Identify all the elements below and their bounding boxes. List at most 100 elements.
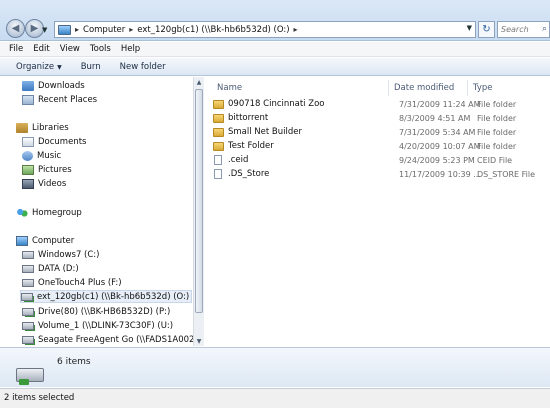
file-type: CEID File: [477, 156, 513, 165]
menu-tools[interactable]: Tools: [90, 44, 117, 54]
selection-status: 2 items selected: [4, 393, 75, 403]
nav-item-recent-places[interactable]: Recent Places: [22, 93, 97, 106]
column-divider[interactable]: [467, 80, 468, 96]
address-dropdown-icon[interactable]: ▼: [467, 24, 472, 32]
menu-bar: File Edit View Tools Help: [0, 42, 550, 57]
column-header-date[interactable]: Date modified: [394, 81, 454, 95]
folder-icon: [213, 127, 224, 137]
menu-help[interactable]: Help: [121, 44, 146, 54]
file-name: Test Folder: [228, 141, 274, 151]
file-date: 8/3/2009 4:51 AM: [399, 114, 471, 123]
file-date: 7/31/2009 11:24 AM: [399, 100, 481, 109]
drive-icon: [22, 250, 34, 259]
breadcrumb-drive[interactable]: ext_120gb(c1) (\\Bk-hb6b532d) (O:): [137, 25, 289, 35]
scroll-up-icon[interactable]: ▲: [194, 77, 204, 87]
nav-item-seagate-w[interactable]: Seagate FreeAgent Go (\\FADS1A0022) (W:): [22, 333, 204, 346]
forward-arrow-icon: ▶: [30, 23, 39, 34]
computer-icon: [58, 24, 71, 35]
search-input[interactable]: Search ⌕: [497, 21, 550, 38]
file-name: .DS_Store: [228, 169, 270, 179]
chevron-down-icon: ▼: [57, 63, 62, 71]
chevron-right-icon[interactable]: ▸: [75, 25, 79, 34]
column-header-type[interactable]: Type: [473, 81, 493, 95]
file-row[interactable]: 090718 Cincinnati Zoo 7/31/2009 11:24 AM…: [213, 99, 547, 112]
column-divider[interactable]: [388, 80, 389, 96]
nav-item-volume1-u[interactable]: Volume_1 (\\DLINK-73C30F) (U:): [22, 319, 173, 332]
burn-button[interactable]: Burn: [81, 62, 101, 72]
nav-scrollbar[interactable]: ▲ ▼: [193, 77, 204, 346]
drive-icon: [22, 264, 34, 273]
item-count: 6 items: [57, 357, 91, 367]
file-type: DS_STORE File: [477, 170, 536, 179]
address-breadcrumb[interactable]: ▸ Computer ▸ ext_120gb(c1) (\\Bk-hb6b532…: [54, 21, 476, 38]
file-icon: [214, 155, 222, 165]
file-name: 090718 Cincinnati Zoo: [228, 99, 325, 109]
chevron-right-icon[interactable]: ▸: [129, 25, 133, 34]
nav-label: Documents: [38, 136, 87, 147]
status-bar: 2 items selected: [0, 388, 550, 408]
navigation-pane: Downloads Recent Places Libraries Docume…: [0, 77, 204, 346]
file-name: Small Net Builder: [228, 127, 302, 137]
nav-label: Downloads: [38, 80, 85, 91]
nav-label: Homegroup: [32, 207, 82, 218]
nav-label: Recent Places: [38, 94, 98, 105]
search-placeholder: Search: [501, 25, 529, 34]
column-header-name[interactable]: Name: [217, 81, 242, 95]
file-date: 7/31/2009 5:34 AM: [399, 128, 476, 137]
folder-icon: [213, 141, 224, 151]
folder-icon: [213, 99, 224, 109]
nav-item-data-d[interactable]: DATA (D:): [22, 262, 79, 275]
nav-label: Volume_1 (\\DLINK-73C30F) (U:): [38, 320, 174, 331]
file-row[interactable]: Small Net Builder 7/31/2009 5:34 AM File…: [213, 127, 547, 140]
nav-label: Seagate FreeAgent Go (\\FADS1A0022) (W:): [38, 334, 204, 345]
file-row[interactable]: Test Folder 4/20/2009 10:07 AM File fold…: [213, 141, 547, 154]
nav-item-pictures[interactable]: Pictures: [22, 163, 72, 176]
nav-item-computer[interactable]: Computer: [16, 234, 74, 247]
new-folder-button[interactable]: New folder: [120, 62, 166, 72]
back-arrow-icon: ◀: [11, 23, 20, 34]
network-drive-icon: [22, 335, 34, 344]
nav-label: Pictures: [38, 164, 72, 175]
menu-file[interactable]: File: [9, 44, 29, 54]
menu-view[interactable]: View: [60, 44, 86, 54]
network-drive-icon: [22, 307, 34, 316]
file-row[interactable]: bittorrent 8/3/2009 4:51 AM File folder: [213, 113, 547, 126]
nav-label: Libraries: [32, 122, 69, 133]
scroll-down-icon[interactable]: ▼: [194, 336, 204, 346]
nav-item-libraries[interactable]: Libraries: [16, 121, 69, 134]
nav-item-music[interactable]: Music: [22, 149, 61, 162]
nav-item-ext-120gb-o[interactable]: ext_120gb(c1) (\\Bk-hb6b532d) (O:): [20, 290, 192, 303]
file-type: File folder: [477, 100, 517, 109]
nav-item-videos[interactable]: Videos: [22, 177, 66, 190]
file-type: File folder: [477, 114, 517, 123]
organize-button[interactable]: Organize ▼: [16, 62, 62, 72]
nav-item-drive80-p[interactable]: Drive(80) (\\BK-HB6B532D) (P:): [22, 305, 170, 318]
nav-item-onetouch4-f[interactable]: OneTouch4 Plus (F:): [22, 276, 122, 289]
breadcrumb-computer[interactable]: Computer: [83, 25, 125, 35]
chevron-right-icon[interactable]: ▸: [294, 25, 298, 34]
network-drive-icon: [21, 292, 33, 301]
pictures-icon: [22, 164, 34, 175]
file-row[interactable]: .ceid 9/24/2009 5:23 PM CEID File: [213, 155, 547, 168]
nav-item-documents[interactable]: Documents: [22, 135, 86, 148]
music-icon: [22, 150, 33, 161]
menu-edit[interactable]: Edit: [33, 44, 55, 54]
back-button[interactable]: ◀: [6, 19, 25, 38]
file-date: 9/24/2009 5:23 PM: [399, 156, 475, 165]
nav-label: Videos: [38, 178, 67, 189]
recent-places-icon: [22, 94, 34, 105]
file-list: Name Date modified Type 090718 Cincinnat…: [205, 77, 550, 346]
recent-pages-dropdown-icon[interactable]: ▼: [42, 26, 49, 34]
scroll-thumb[interactable]: [195, 89, 203, 313]
network-drive-icon: [22, 321, 34, 330]
refresh-button[interactable]: ↻: [478, 21, 495, 38]
nav-item-windows7-c[interactable]: Windows7 (C:): [22, 248, 99, 261]
address-bar-region: ◀ ▶ ▼ ▸ Computer ▸ ext_120gb(c1) (\\Bk-h…: [0, 0, 550, 41]
nav-item-homegroup[interactable]: Homegroup: [16, 206, 82, 219]
file-name: bittorrent: [228, 113, 269, 123]
nav-item-downloads[interactable]: Downloads: [22, 79, 85, 92]
organize-label: Organize: [16, 61, 55, 72]
details-pane: 6 items: [0, 347, 550, 387]
nav-label: Computer: [32, 235, 75, 246]
file-row[interactable]: .DS_Store 11/17/2009 10:39 ... DS_STORE …: [213, 169, 547, 182]
